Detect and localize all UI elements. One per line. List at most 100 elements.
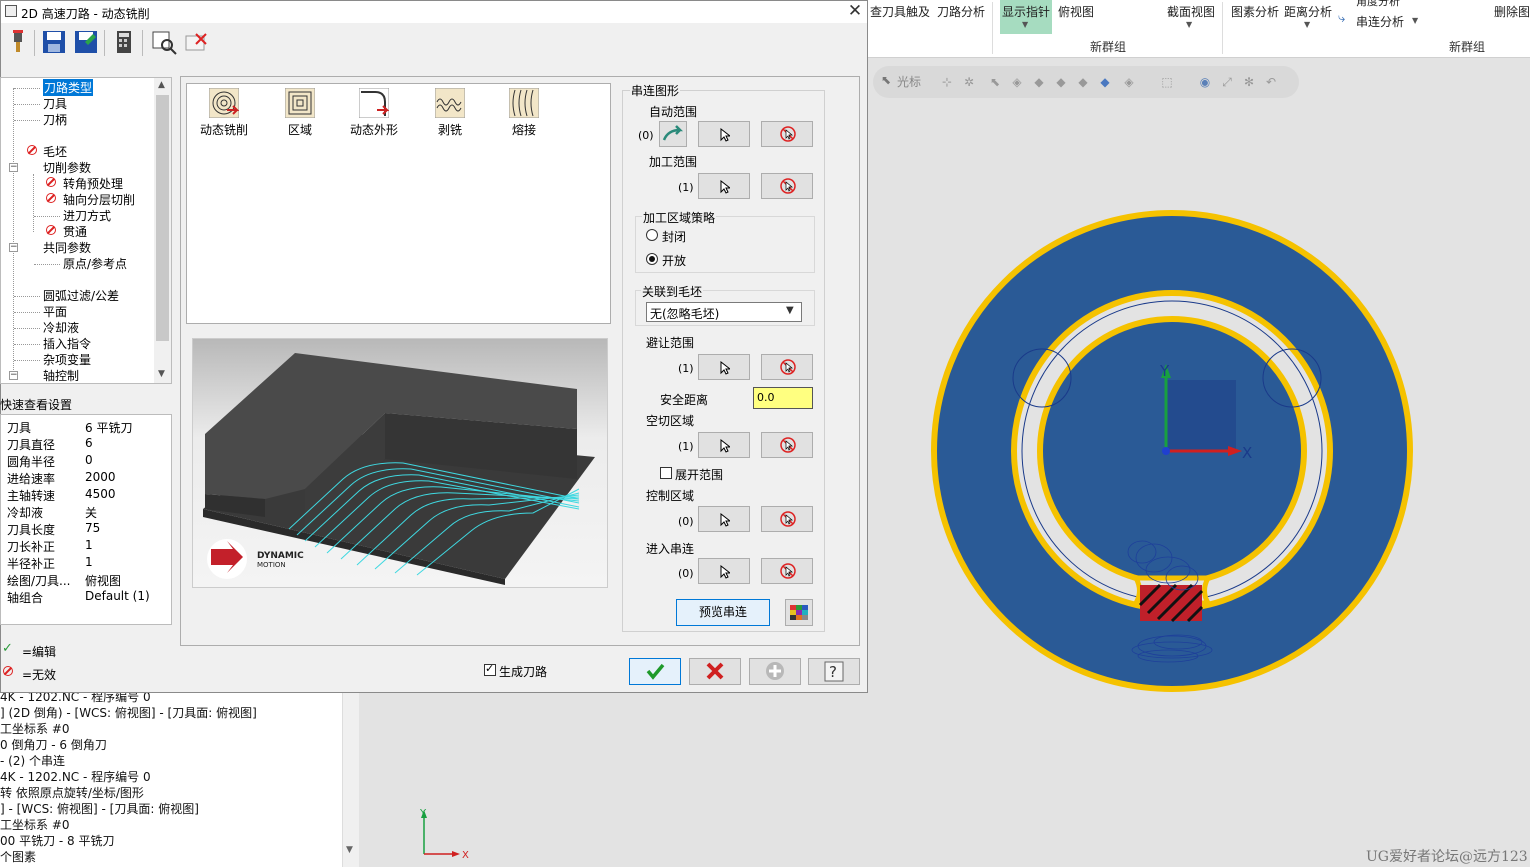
avoid-range-select-button[interactable] [698,354,750,380]
chevron-down-icon[interactable]: ▼ [786,305,794,316]
tree-item-entry-motion[interactable]: 进刀方式 [63,207,111,224]
ok-button[interactable] [629,658,681,685]
preview-chain-button[interactable]: 预览串连 [676,599,770,626]
type-blend[interactable]: 熔接 [494,88,554,137]
strategy-closed-label[interactable]: 封闭 [661,228,688,245]
strategy-closed-radio[interactable] [646,229,658,241]
machining-range-select-button[interactable] [698,173,750,199]
ops-scrollbar[interactable]: ▼ [342,693,359,867]
ops-line[interactable]: ] - [WCS: 俯视图] - [刀具面: 俯视图] [0,800,199,817]
tree-item-cut-params[interactable]: 切削参数 [43,159,91,176]
select-icon[interactable]: ⬉ [988,75,1002,89]
tree-item-tool[interactable]: 刀具 [43,95,67,112]
tree-item-canned-text[interactable]: 插入指令 [43,335,91,352]
save-as-icon[interactable] [72,28,100,56]
expand-range-checkbox[interactable] [660,467,672,479]
ops-line[interactable]: 个图素 [0,848,36,865]
auto-range-clear-button[interactable] [761,121,813,147]
undo-icon[interactable]: ↶ [1264,75,1278,89]
body-select-icon[interactable]: ◆ [1054,75,1068,89]
assoc-stock-select[interactable]: 无(忽略毛坯) [646,302,802,322]
cursor-icon[interactable]: ⬉ [881,73,891,87]
close-button[interactable]: ✕ [845,1,865,23]
control-region-clear-button[interactable] [761,506,813,532]
chevron-down-icon[interactable]: ▼ [158,369,165,379]
help-button[interactable]: ? [808,658,860,685]
type-peel-mill[interactable]: 剥铣 [420,88,480,137]
dialog-titlebar[interactable]: 2D 高速刀路 - 动态铣削 ✕ [1,1,867,23]
ribbon-item-distance-analysis[interactable]: 距离分析 [1284,3,1332,20]
snap-icon[interactable]: ✲ [962,75,976,89]
tree-item-linking-params[interactable]: 共同参数 [43,239,91,256]
cube-icon[interactable]: ◆ [1098,75,1112,89]
ops-line[interactable]: 0 倒角刀 - 6 倒角刀 [0,736,107,753]
apply-button[interactable] [749,658,801,685]
ops-line[interactable]: 4K - 1202.NC - 程序编号 0 [0,768,151,785]
save-icon[interactable] [40,28,68,56]
tree-item-depth-cuts[interactable]: 轴向分层切削 [63,191,135,208]
ops-line[interactable]: 转 依照原点旋转/坐标/图形 [0,784,144,801]
ribbon-item-angle-analysis[interactable]: 角度分析 [1356,0,1400,9]
air-region-clear-button[interactable] [761,432,813,458]
graphics-viewport[interactable]: Y X [868,58,1530,867]
tree-item-planes[interactable]: 平面 [43,303,67,320]
machining-range-clear-button[interactable] [761,173,813,199]
ops-line[interactable]: 工坐标系 #0 [0,816,70,833]
collapse-icon[interactable]: − [9,163,18,172]
ribbon-item-toolpath-analysis[interactable]: 刀路分析 [937,3,985,20]
ribbon-item-show-pointer-highlight[interactable]: 显示指针 ▼ [1000,0,1052,34]
edge-select-icon[interactable]: ◆ [1076,75,1090,89]
chevron-down-icon[interactable]: ▼ [1022,20,1028,29]
auto-range-select-button[interactable] [698,121,750,147]
tool-icon[interactable] [4,28,32,56]
chevron-down-icon[interactable]: ▼ [1412,16,1418,25]
collapse-icon[interactable]: − [9,371,18,380]
chevron-down-icon[interactable]: ▼ [346,845,353,855]
collapse-icon[interactable]: − [9,243,18,252]
type-dynamic-contour[interactable]: 动态外形 [344,88,404,137]
view-icon[interactable] [150,28,178,56]
ops-line[interactable]: ] (2D 倒角) - [WCS: 俯视图] - [刀具面: 俯视图] [0,704,257,721]
tree-scroll-thumb[interactable] [156,95,169,341]
settings-icon[interactable]: ✻ [1242,75,1256,89]
cursor-label[interactable]: 光标 [897,73,921,90]
auto-range-button[interactable] [659,121,687,147]
entry-chain-clear-button[interactable] [761,558,813,584]
ops-line[interactable]: - (2) 个串连 [0,752,65,769]
ribbon-item-tool-reach[interactable]: 查刀具触及 [870,3,930,20]
ribbon-item-show-pointer[interactable]: 显示指针 [1002,3,1050,20]
ribbon-item-section-view[interactable]: 截面视图 [1167,3,1215,20]
generate-toolpath-checkbox[interactable] [484,662,496,676]
tree-item-coolant[interactable]: 冷却液 [43,319,79,336]
window-select-icon[interactable]: ⬚ [1160,75,1174,89]
avoid-range-clear-button[interactable] [761,354,813,380]
tree-item-axis-control[interactable]: 轴控制 [43,367,79,383]
ops-line[interactable]: 工坐标系 #0 [0,720,70,737]
operations-manager-tree[interactable]: 4K - 1202.NC - 程序编号 0 ] (2D 倒角) - [WCS: … [0,690,342,867]
strategy-open-label[interactable]: 开放 [661,252,688,269]
generate-toolpath-label[interactable]: 生成刀路 [499,663,547,680]
tree-item-stock[interactable]: 毛坯 [43,143,67,160]
xyz-icon[interactable]: ⊹ [940,75,954,89]
air-region-select-button[interactable] [698,432,750,458]
face-select-icon[interactable]: ◆ [1032,75,1046,89]
delete-icon[interactable] [182,28,210,56]
entry-chain-select-button[interactable] [698,558,750,584]
chevron-up-icon[interactable]: ▲ [158,80,165,90]
cancel-button[interactable] [689,658,741,685]
tree-item-home-ref[interactable]: 原点/参考点 [63,255,127,272]
ribbon-item-chain-analysis[interactable]: 串连分析 [1356,13,1404,30]
solid-select-icon[interactable]: ◈ [1010,75,1024,89]
tree-item-corner-preprocess[interactable]: 转角预处理 [63,175,123,192]
tree-item-holder[interactable]: 刀柄 [43,111,67,128]
ribbon-item-entity-analysis[interactable]: 图素分析 [1231,3,1279,20]
safe-distance-input[interactable]: 0.0 [753,387,813,409]
vertex-select-icon[interactable]: ◈ [1122,75,1136,89]
color-settings-button[interactable] [785,599,813,626]
control-region-select-button[interactable] [698,506,750,532]
resize-icon[interactable]: ⤢ [1220,75,1234,89]
tree-item-arc-filter[interactable]: 圆弧过滤/公差 [43,287,119,304]
expand-range-label[interactable]: 展开范围 [674,466,725,483]
tree-item-misc-values[interactable]: 杂项变量 [43,351,91,368]
tree-item-toolpath-type[interactable]: 刀路类型 [43,79,94,96]
